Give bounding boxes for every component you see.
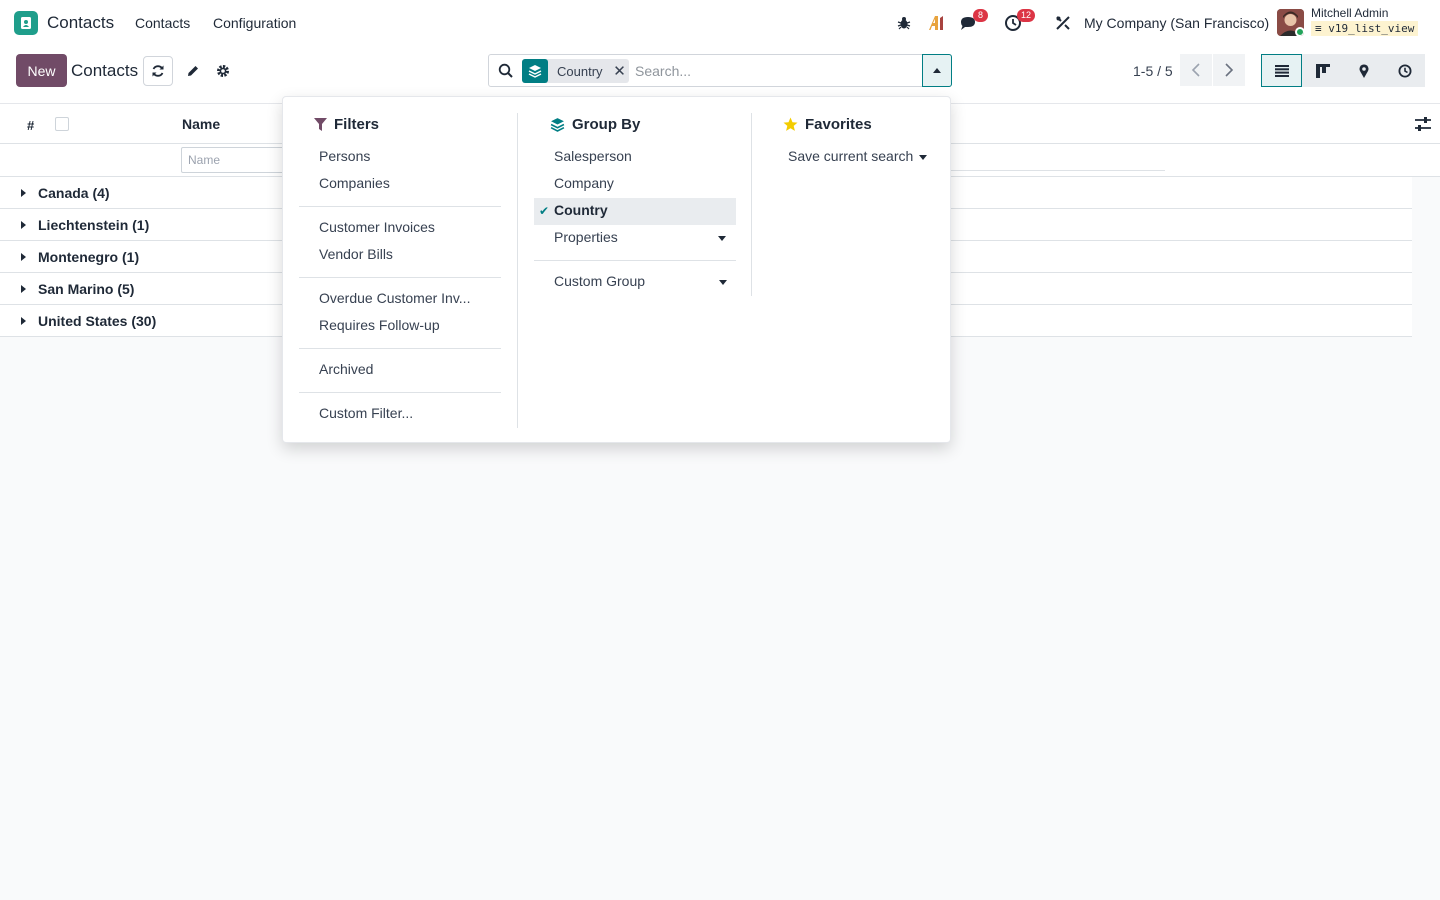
filters-section-title: Filters [314,116,379,133]
activities-badge: 12 [1017,9,1036,22]
company-switcher[interactable]: My Company (San Francisco) [1084,15,1269,31]
ai-icon[interactable] [925,12,947,34]
groupby-country[interactable]: Country [554,197,608,224]
column-header-name[interactable]: Name [182,116,220,132]
favorites-section-title: Favorites [783,116,872,133]
user-avatar[interactable] [1277,9,1304,36]
menu-configuration[interactable]: Configuration [213,15,296,31]
database-icon: ≡ [1315,22,1322,35]
group-label: Liechtenstein (1) [38,217,150,233]
activity-view-icon[interactable] [1384,54,1425,87]
layers-icon [550,118,565,132]
list-view-icon[interactable] [1261,54,1302,87]
filter-overdue-customer-invoices[interactable]: Overdue Customer Inv... [319,285,470,312]
tools-icon[interactable] [1052,12,1074,34]
caret-right-icon [21,221,26,229]
chevron-left-icon[interactable] [1180,54,1212,86]
top-navbar: Contacts Contacts Configuration 8 12 My … [0,0,1440,46]
column-divider [751,113,752,296]
checkmark-icon: ✔ [539,204,550,218]
groupby-custom-group[interactable]: Custom Group [554,268,645,295]
contacts-app-icon[interactable] [14,11,38,35]
pager-value[interactable]: 1-5 / 5 [1133,63,1173,79]
save-current-search[interactable]: Save current search [788,143,913,170]
bug-icon[interactable] [893,12,915,34]
messages-icon[interactable]: 8 [958,9,988,34]
database-name: v19_list_view [1328,22,1415,35]
caret-right-icon [21,285,26,293]
filter-vendor-bills[interactable]: Vendor Bills [319,241,393,268]
search-icon[interactable] [498,63,514,79]
search-options-toggle[interactable] [922,54,952,87]
activity-clock-icon[interactable]: 12 [1002,9,1036,34]
column-header-sequence: # [27,118,35,133]
groupby-section-title: Group By [550,116,640,133]
groupby-company[interactable]: Company [554,170,614,197]
name-filter-input[interactable] [181,147,291,173]
filter-divider [299,392,501,393]
gear-icon[interactable] [208,56,238,86]
chevron-right-icon[interactable] [1213,54,1245,86]
search-facet-groupby[interactable]: Country ✕ [522,59,629,83]
filter-divider [299,206,501,207]
filter-requires-follow-up[interactable]: Requires Follow-up [319,312,440,339]
group-label: United States (30) [38,313,157,329]
search-input[interactable] [635,60,905,82]
group-label: San Marino (5) [38,281,135,297]
online-status-dot [1295,27,1304,36]
select-all-checkbox[interactable] [55,117,69,131]
filter-customer-invoices[interactable]: Customer Invoices [319,214,435,241]
menu-contacts[interactable]: Contacts [135,15,190,31]
caret-up-icon [933,68,941,73]
layers-icon [522,59,548,83]
favorites-title: Favorites [805,116,872,133]
caret-down-icon[interactable] [719,280,727,285]
groupby-title: Group By [572,116,641,133]
add-custom-filter[interactable]: Custom Filter... [319,400,413,427]
facet-label: Country [557,63,603,79]
search-bar[interactable]: Country ✕ [488,54,952,87]
sliders-icon[interactable] [1414,116,1432,132]
messages-badge: 8 [973,9,988,22]
caret-right-icon [21,317,26,325]
filter-icon [314,117,327,131]
groupby-salesperson[interactable]: Salesperson [554,143,632,170]
column-divider [517,113,518,428]
caret-down-icon[interactable] [919,155,927,160]
groupby-properties[interactable]: Properties [554,224,618,251]
filter-companies[interactable]: Companies [319,170,390,197]
filter-divider [950,170,1165,171]
filter-archived[interactable]: Archived [319,356,373,383]
caret-right-icon [21,189,26,197]
star-icon [783,117,798,131]
kanban-view-icon[interactable] [1302,54,1343,87]
filter-persons[interactable]: Persons [319,143,370,170]
pencil-icon[interactable] [178,56,208,86]
app-name[interactable]: Contacts [47,13,114,33]
caret-right-icon [21,253,26,261]
caret-down-icon[interactable] [718,236,726,241]
groupby-divider [534,260,736,261]
close-icon[interactable]: ✕ [611,59,629,83]
database-tag: ≡ v19_list_view [1311,21,1419,36]
search-panel-dropdown: Filters Persons Companies Customer Invoi… [282,96,951,443]
group-label: Canada (4) [38,185,110,201]
filters-title: Filters [334,116,380,133]
refresh-icon[interactable] [143,56,173,86]
user-name[interactable]: Mitchell Admin [1311,6,1388,20]
filter-divider [299,277,501,278]
filter-divider [299,348,501,349]
new-button[interactable]: New [16,54,67,87]
page-title: Contacts [71,61,139,80]
group-label: Montenegro (1) [38,249,140,265]
map-view-icon[interactable] [1343,54,1384,87]
